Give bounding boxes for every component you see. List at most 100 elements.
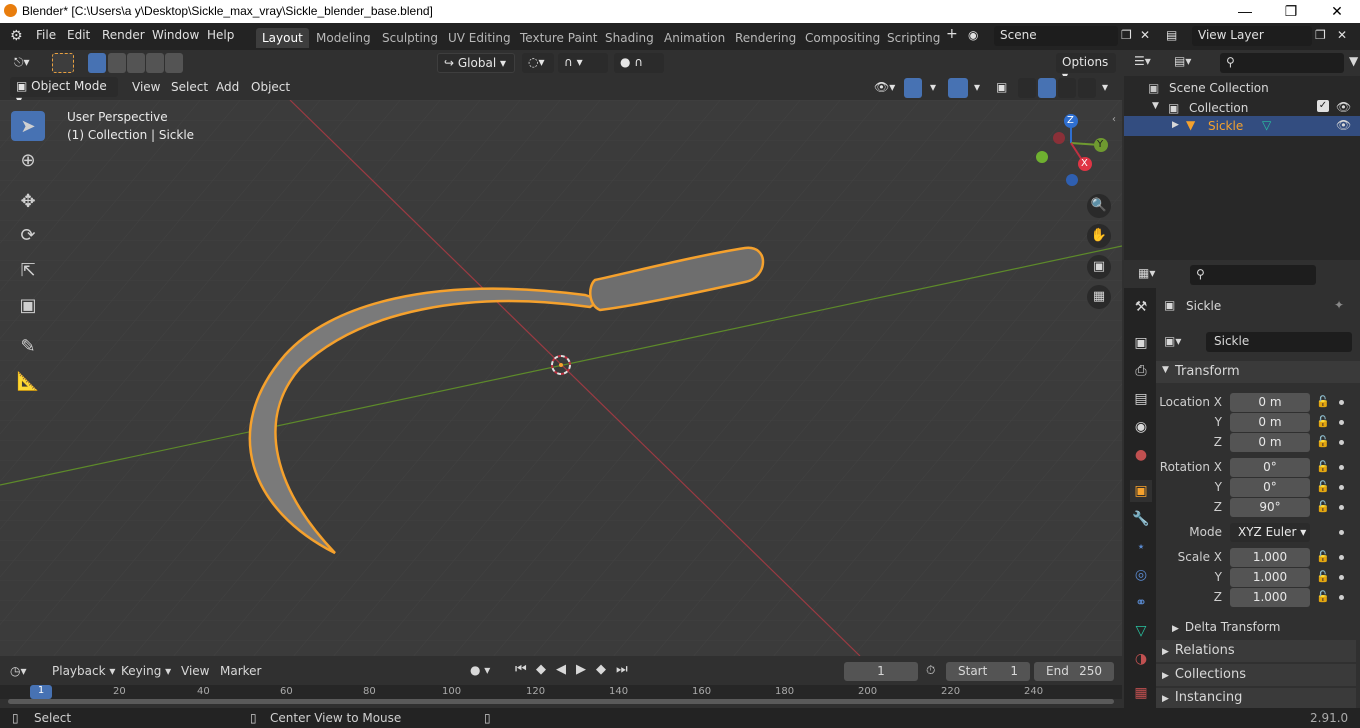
rotation-x-field[interactable]: 0° [1230,458,1310,477]
material-tab-icon[interactable]: ◑ [1130,648,1152,670]
scale-z-field[interactable]: 1.000 [1230,588,1310,607]
viewport-menu-view[interactable]: View [126,78,166,98]
sickle-visibility-icon[interactable]: 👁 [1336,118,1351,132]
pivot-icon[interactable]: ◌▾ [522,53,554,73]
outliner-search-input[interactable]: ⚲ [1220,53,1344,73]
menu-render[interactable]: Render [102,28,145,42]
particles-tab-icon[interactable]: ⋆ [1130,536,1152,558]
constraints-tab-icon[interactable]: ⚭ [1130,592,1152,614]
material-shading-icon[interactable] [1058,78,1076,98]
new-scene-icon[interactable]: ❐ [1121,28,1132,42]
lock-scale-z-icon[interactable]: 🔓 [1316,590,1330,603]
modifier-tab-icon[interactable]: 🔧 [1130,508,1152,530]
end-frame-field[interactable]: End 250 [1034,662,1114,681]
outliner-row-collection[interactable]: ▼ ▣ Collection ✓ 👁 [1124,98,1360,118]
tab-compositing[interactable]: Compositing [799,28,886,48]
transform-tool-icon[interactable]: ▣ [11,290,45,320]
lock-rotation-y-icon[interactable]: 🔓 [1316,480,1330,493]
lock-scale-y-icon[interactable]: 🔓 [1316,570,1330,583]
datablock-icon[interactable]: ▣▾ [1164,334,1181,348]
zoom-icon[interactable]: 🔍 [1087,194,1111,218]
timeline-editor-icon[interactable]: ◷▾ [10,664,27,678]
camera-view-icon[interactable]: ▣ [1087,255,1111,279]
maximize-icon[interactable]: ❐ [1268,0,1314,23]
viewport-canvas[interactable] [0,100,1122,656]
lock-location-z-icon[interactable]: 🔓 [1316,435,1330,448]
object-tab-icon[interactable]: ▣ [1130,480,1152,502]
world-tab-icon[interactable]: ● [1130,444,1152,466]
remove-scene-icon[interactable]: ✕ [1140,28,1150,42]
pan-hand-icon[interactable]: ✋ [1087,224,1111,248]
timeline-scrollbar[interactable] [8,699,1114,704]
ortho-grid-icon[interactable]: ▦ [1087,285,1111,309]
location-y-field[interactable]: 0 m [1230,413,1310,432]
menu-help[interactable]: Help [207,28,234,42]
menu-window[interactable]: Window [152,28,199,42]
keyframe-location-y-icon[interactable] [1339,420,1344,425]
lock-rotation-z-icon[interactable]: 🔓 [1316,500,1330,513]
playhead[interactable]: 1 [30,685,52,699]
location-x-field[interactable]: 0 m [1230,393,1310,412]
timeline-view-menu[interactable]: View [181,664,209,678]
mode-subtract-icon[interactable] [127,53,145,73]
rendered-shading-icon[interactable] [1078,78,1096,98]
tab-texture-paint[interactable]: Texture Paint [514,28,603,48]
menu-edit[interactable]: Edit [67,28,90,42]
measure-tool-icon[interactable]: 📐 [11,366,45,396]
viewport-menu-add[interactable]: Add [210,78,245,98]
rotation-mode-dropdown[interactable]: XYZ Euler ▾ [1230,523,1310,542]
solid-shading-icon[interactable] [1038,78,1056,98]
filter-icon[interactable]: ▼ [1349,54,1358,68]
relations-panel-header[interactable]: ▶ Relations [1156,640,1356,662]
keyframe-location-x-icon[interactable] [1339,400,1344,405]
tool-tab-icon[interactable]: ⚒ [1130,296,1152,318]
outliner-row-scene-collection[interactable]: ▣ Scene Collection [1124,78,1360,98]
view-layer-tab-icon[interactable]: ▤ [1130,388,1152,410]
display-mode-icon[interactable]: ▤▾ [1174,54,1191,68]
gizmo-toggle-icon[interactable] [904,78,922,98]
scale-x-field[interactable]: 1.000 [1230,548,1310,567]
play-reverse-icon[interactable]: ◀ [556,662,566,677]
collection-expand-icon[interactable]: ▼ [1152,101,1159,111]
shading-dropdown-icon[interactable]: ▾ [1096,78,1114,98]
remove-view-layer-icon[interactable]: ✕ [1337,28,1347,42]
object-name-field[interactable]: Sickle [1206,332,1352,352]
jump-end-icon[interactable]: ⏭ [616,662,628,677]
prev-keyframe-icon[interactable]: ◆ [536,662,546,677]
mesh-data-icon[interactable]: ▽ [1262,118,1271,132]
keyframe-rotation-y-icon[interactable] [1339,485,1344,490]
overlay-toggle-icon[interactable] [948,78,968,98]
viewport-menu-select[interactable]: Select [165,78,214,98]
orientation-dropdown[interactable]: ↪ Global ▾ [437,53,515,73]
auto-keying-icon[interactable]: ● ▾ [470,663,490,677]
overlay-dropdown-icon[interactable]: ▾ [968,78,986,98]
rotation-z-field[interactable]: 90° [1230,498,1310,517]
collection-checkbox[interactable]: ✓ [1317,100,1329,112]
rotation-y-field[interactable]: 0° [1230,478,1310,497]
start-frame-field[interactable]: Start 1 [946,662,1030,681]
scale-tool-icon[interactable]: ⇱ [11,255,45,285]
mode-extend-icon[interactable] [108,53,126,73]
marker-menu[interactable]: Marker [220,664,261,678]
mesh-data-tab-icon[interactable]: ▽ [1130,620,1152,642]
xray-icon[interactable]: ▣ [990,78,1013,98]
keyframe-location-z-icon[interactable] [1339,440,1344,445]
physics-tab-icon[interactable]: ◎ [1130,564,1152,586]
keyframe-mode-icon[interactable] [1339,530,1344,535]
view-layer-icon[interactable]: ▤ [1166,28,1177,42]
lock-scale-x-icon[interactable]: 🔓 [1316,550,1330,563]
output-tab-icon[interactable]: ⎙ [1130,360,1152,382]
minimize-icon[interactable]: — [1222,0,1268,23]
rotate-tool-icon[interactable]: ⟳ [11,220,45,250]
preview-range-icon[interactable]: ⏱ [926,663,935,678]
outliner-row-sickle[interactable]: ▶ ▼ Sickle ▽ 👁 [1124,116,1360,136]
keyframe-rotation-z-icon[interactable] [1339,505,1344,510]
tab-animation[interactable]: Animation [658,28,731,48]
tab-rendering[interactable]: Rendering [729,28,802,48]
mode-difference-icon[interactable] [146,53,164,73]
instancing-panel-header[interactable]: ▶ Instancing [1156,688,1356,708]
3d-viewport[interactable]: Z Y X User Perspective (1) Collection | … [0,100,1122,656]
wireframe-shading-icon[interactable] [1018,78,1036,98]
snap-icon[interactable]: ∩ ▾ [558,53,608,73]
tab-modeling[interactable]: Modeling [310,28,377,48]
